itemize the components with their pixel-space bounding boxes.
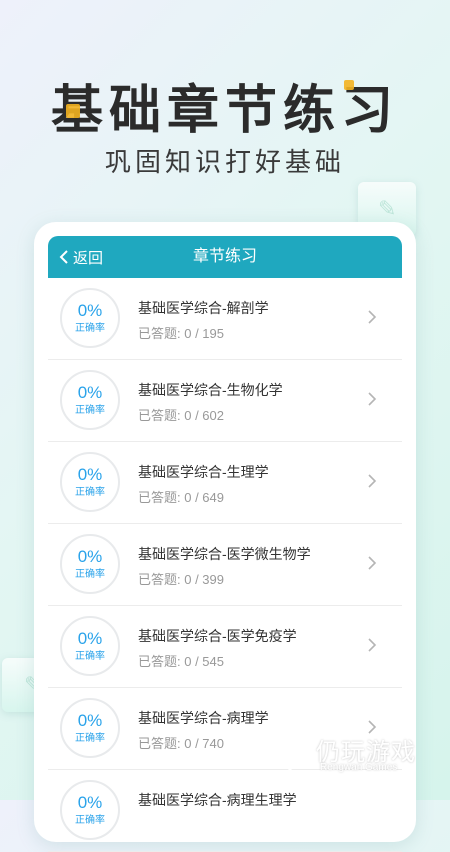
chapter-title: 基础医学综合-医学免疫学 xyxy=(138,628,297,644)
hero-accent-mark-2 xyxy=(344,80,354,90)
page-title: 章节练习 xyxy=(192,248,257,265)
list-item[interactable]: 0% 正确率 基础医学综合-病理生理学 xyxy=(48,770,402,852)
accuracy-percent: 0% xyxy=(77,464,103,484)
answered-count: 已答题: 0 / 195 xyxy=(138,326,224,341)
app-header: 返回 章节练习 xyxy=(48,236,402,278)
accuracy-ring: 0% 正确率 xyxy=(60,370,120,430)
accuracy-percent: 0% xyxy=(77,792,103,812)
accuracy-ring: 0% 正确率 xyxy=(60,780,120,840)
list-item[interactable]: 0% 正确率 基础医学综合-医学免疫学 已答题: 0 / 545 xyxy=(48,606,402,688)
accuracy-percent: 0% xyxy=(77,710,103,730)
hero-subtitle: 巩固知识打好基础 xyxy=(104,147,345,177)
accuracy-label: 正确率 xyxy=(75,486,105,498)
accuracy-percent: 0% xyxy=(77,546,103,566)
accuracy-label: 正确率 xyxy=(75,322,105,334)
chevron-right-icon xyxy=(368,310,377,324)
decorative-pen-icon: ✎ xyxy=(378,196,397,221)
accuracy-ring: 0% 正确率 xyxy=(60,288,120,348)
chevron-right-icon xyxy=(368,392,377,406)
accuracy-label: 正确率 xyxy=(75,732,105,744)
answered-count: 已答题: 0 / 602 xyxy=(138,408,224,423)
accuracy-percent: 0% xyxy=(77,628,103,648)
accuracy-ring: 0% 正确率 xyxy=(60,452,120,512)
chevron-right-icon xyxy=(368,556,377,570)
accuracy-ring: 0% 正确率 xyxy=(60,616,120,676)
chapter-title: 基础医学综合-病理生理学 xyxy=(138,792,297,808)
answered-count: 已答题: 0 / 399 xyxy=(138,572,224,587)
list-item[interactable]: 0% 正确率 基础医学综合-生物化学 已答题: 0 / 602 xyxy=(48,360,402,442)
accuracy-percent: 0% xyxy=(77,300,103,320)
accuracy-label: 正确率 xyxy=(75,568,105,580)
chapter-title: 基础医学综合-医学微生物学 xyxy=(138,546,311,562)
accuracy-ring: 0% 正确率 xyxy=(60,534,120,594)
list-item[interactable]: 0% 正确率 基础医学综合-生理学 已答题: 0 / 649 xyxy=(48,442,402,524)
watermark: 仍玩游戏 Rengwan Games xyxy=(270,730,440,780)
accuracy-ring: 0% 正确率 xyxy=(60,698,120,758)
answered-count: 已答题: 0 / 545 xyxy=(138,654,224,669)
chevron-right-icon xyxy=(368,474,377,488)
chapter-title: 基础医学综合-病理学 xyxy=(138,710,269,726)
answered-count: 已答题: 0 / 649 xyxy=(138,490,224,505)
chapter-title: 基础医学综合-解剖学 xyxy=(138,300,269,316)
accuracy-percent: 0% xyxy=(77,382,103,402)
hero-accent-mark xyxy=(66,104,80,118)
chapter-title: 基础医学综合-生理学 xyxy=(138,464,269,480)
accuracy-label: 正确率 xyxy=(75,814,105,826)
watermark-logo-icon xyxy=(272,736,308,772)
list-item[interactable]: 0% 正确率 基础医学综合-医学微生物学 已答题: 0 / 399 xyxy=(48,524,402,606)
list-item[interactable]: 0% 正确率 基础医学综合-解剖学 已答题: 0 / 195 xyxy=(48,278,402,360)
watermark-subtitle: Rengwan Games xyxy=(320,762,398,773)
accuracy-label: 正确率 xyxy=(75,404,105,416)
chevron-right-icon xyxy=(368,638,377,652)
accuracy-label: 正确率 xyxy=(75,650,105,662)
chapter-title: 基础医学综合-生物化学 xyxy=(138,382,283,398)
answered-count: 已答题: 0 / 740 xyxy=(138,736,224,751)
